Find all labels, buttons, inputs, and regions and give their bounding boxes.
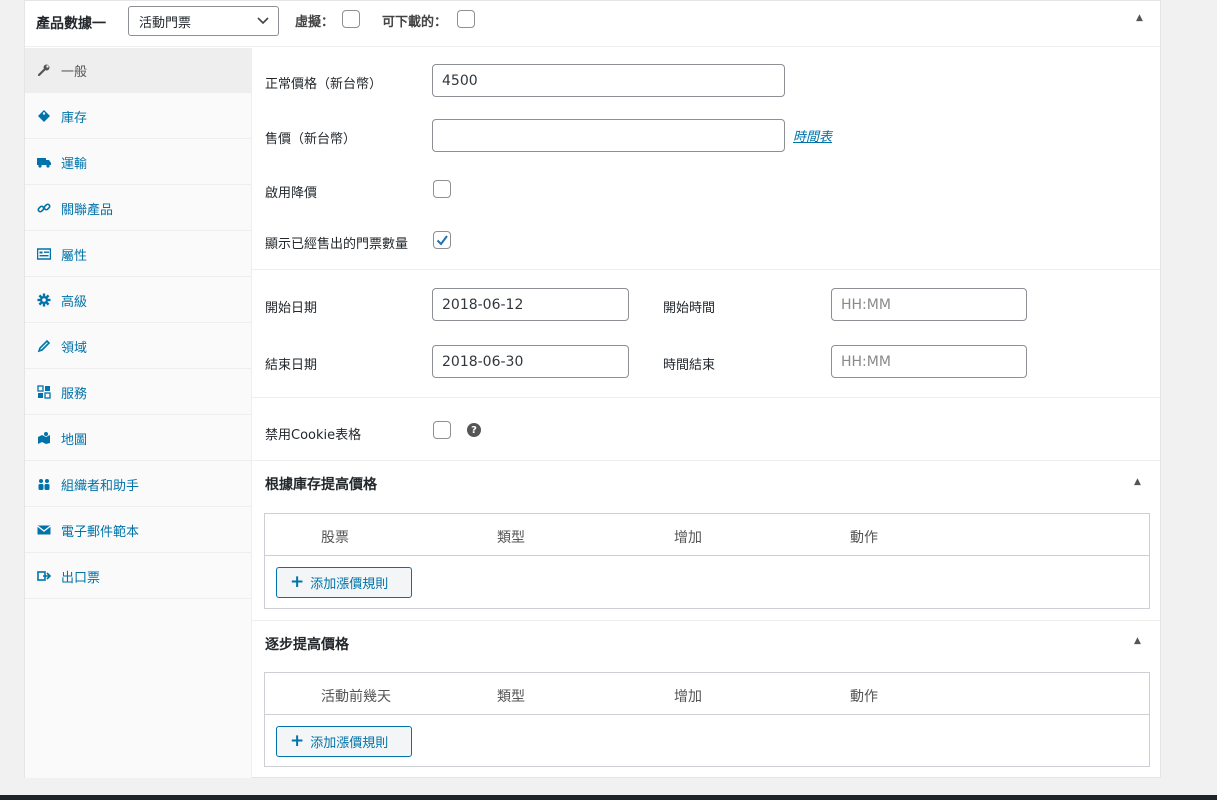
downloadable-label: 可下載的： [382,15,448,30]
tab-label: 電子郵件範本 [61,524,140,540]
general-tab-content: 正常價格（新台幣） 4500 售價（新台幣） 時間表 啟用降價 顯示已經售出的門… [252,48,1160,778]
tab-label: 運輸 [61,156,88,172]
tab-label: 一般 [61,64,88,80]
help-icon[interactable]: ? [467,423,481,437]
column-header: 股票 [321,530,349,546]
divider [252,397,1160,398]
tab-label: 庫存 [61,110,88,126]
tab-label: 服務 [61,386,88,402]
chevron-down-icon [257,14,269,26]
start-time-label: 開始時間 [663,301,716,316]
virtual-label: 虛擬： [295,15,335,30]
end-date-label: 結束日期 [265,358,318,373]
regular-price-label: 正常價格（新台幣） [265,77,383,92]
divider [252,620,1160,621]
product-data-title: 產品數據一 [36,16,106,32]
virtual-checkbox[interactable] [342,10,360,28]
end-time-label: 時間結束 [663,358,716,373]
product-data-panel: 產品數據一 活動門票 虛擬： 可下載的： ▲ 一般 庫存 運輸 關聯產品 屬性 … [24,0,1161,778]
column-header: 增加 [674,689,702,705]
end-date-input[interactable]: 2018-06-30 [432,345,629,378]
button-label: 添加漲價規則 [310,736,389,751]
divider [252,460,1160,461]
truck-icon [37,155,51,169]
grid-icon [37,385,51,399]
table-header: 股票 類型 增加 動作 [265,514,1149,556]
table-header: 活動前幾天 類型 增加 動作 [265,673,1149,715]
column-header: 動作 [850,530,878,546]
plus-icon: + [290,731,305,751]
step-pricing-title: 逐步提高價格 [265,637,349,653]
add-price-rule-button[interactable]: + 添加漲價規則 [276,567,412,598]
tab-attributes[interactable]: 屬性 [25,232,252,277]
button-label: 添加漲價規則 [310,577,389,592]
column-header: 類型 [497,689,525,705]
link-icon [37,201,51,215]
tab-export-tickets[interactable]: 出口票 [25,554,252,599]
tab-organizers[interactable]: 組織者和助手 [25,462,252,507]
tab-label: 出口票 [61,570,101,586]
stock-pricing-title: 根據庫存提高價格 [265,477,377,493]
sale-price-input[interactable] [432,119,785,152]
users-icon [37,477,51,491]
gear-icon [37,293,51,307]
checkmark-icon [436,235,448,246]
disable-cookie-checkbox[interactable] [433,421,451,439]
end-time-input[interactable]: HH:MM [831,345,1027,378]
tab-email-template[interactable]: 電子郵件範本 [25,508,252,553]
collapse-arrow-icon[interactable]: ▲ [1136,13,1143,23]
column-header: 增加 [674,530,702,546]
map-icon [37,431,51,445]
tab-label: 屬性 [61,248,88,264]
tab-shipping[interactable]: 運輸 [25,140,252,185]
tab-label: 高級 [61,294,88,310]
tag-icon [37,109,51,123]
start-time-input[interactable]: HH:MM [831,288,1027,321]
tab-map[interactable]: 地圖 [25,416,252,461]
product-type-value: 活動門票 [139,15,192,31]
tab-label: 地圖 [61,432,88,448]
export-icon [37,569,51,583]
column-header: 類型 [497,530,525,546]
tab-fields[interactable]: 領域 [25,324,252,369]
downloadable-checkbox[interactable] [457,10,475,28]
regular-price-input[interactable]: 4500 [432,64,785,97]
column-header: 活動前幾天 [321,689,391,705]
tab-label: 關聯產品 [61,202,114,218]
enable-discount-checkbox[interactable] [433,180,451,198]
tab-advanced[interactable]: 高級 [25,278,252,323]
show-sold-label: 顯示已經售出的門票數量 [265,237,409,252]
column-header: 動作 [850,689,878,705]
sale-price-label: 售價（新台幣） [265,132,357,147]
tab-general[interactable]: 一般 [25,48,252,93]
tab-label: 領域 [61,340,88,356]
disable-cookie-label: 禁用Cookie表格 [265,428,362,443]
tab-linked-products[interactable]: 關聯產品 [25,186,252,231]
collapse-arrow-icon[interactable]: ▲ [1134,477,1141,487]
plus-icon: + [290,572,305,592]
step-pricing-table: 活動前幾天 類型 增加 動作 + 添加漲價規則 [264,672,1150,767]
product-data-tabs: 一般 庫存 運輸 關聯產品 屬性 高級 領域 服務 地圖 組織者和助手 電子郵件… [25,48,252,778]
stock-pricing-table: 股票 類型 增加 動作 + 添加漲價規則 [264,513,1150,609]
collapse-arrow-icon[interactable]: ▲ [1134,636,1141,646]
wrench-icon [37,63,51,77]
enable-discount-label: 啟用降價 [265,186,318,201]
divider [252,269,1160,270]
product-type-select[interactable]: 活動門票 [128,6,279,36]
schedule-link[interactable]: 時間表 [793,126,832,145]
tab-inventory[interactable]: 庫存 [25,94,252,139]
envelope-icon [37,523,51,537]
product-data-header: 產品數據一 活動門票 虛擬： 可下載的： ▲ [25,1,1160,47]
bottom-bar [0,795,1217,800]
list-card-icon [37,247,51,261]
tab-services[interactable]: 服務 [25,370,252,415]
start-date-input[interactable]: 2018-06-12 [432,288,629,321]
pencil-icon [37,339,51,353]
add-price-rule-button[interactable]: + 添加漲價規則 [276,726,412,757]
start-date-label: 開始日期 [265,301,318,316]
show-sold-checkbox[interactable] [433,231,451,249]
tab-label: 組織者和助手 [61,478,140,494]
